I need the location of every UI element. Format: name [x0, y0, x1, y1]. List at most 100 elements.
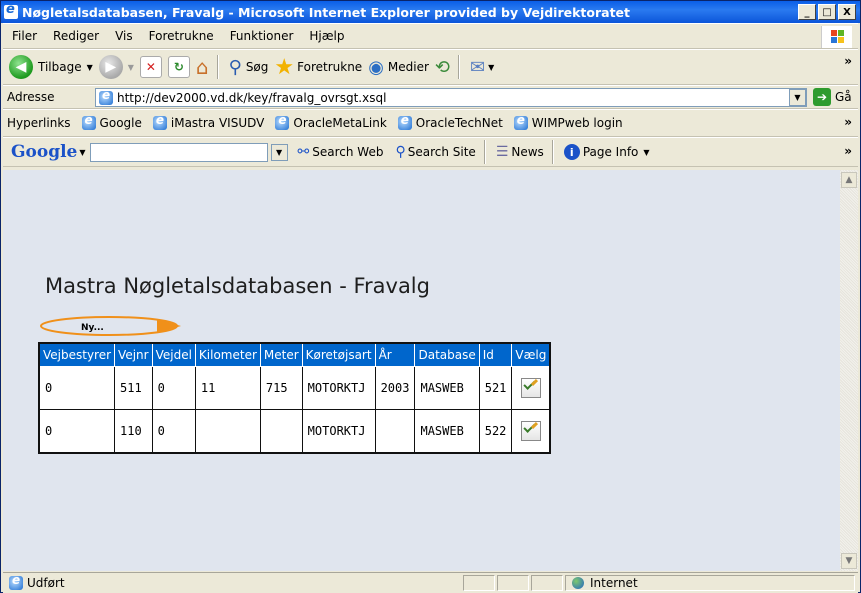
standard-toolbar: ◀ Tilbage ▼ ▶ ▼ ✕ ↻ ⌂ ⚲ Søg ★ Foretrukne… — [3, 49, 858, 85]
news-button[interactable]: ☰ News — [496, 144, 544, 160]
col-meter: Meter — [259, 342, 303, 367]
history-button[interactable]: ⟲ — [435, 57, 450, 78]
status-text: Udført — [27, 576, 65, 590]
col-koeretoejsart: Køretøjsart — [301, 342, 376, 367]
cell: 511 — [114, 366, 153, 410]
close-button[interactable]: X — [838, 4, 856, 20]
google-search-input[interactable] — [89, 142, 268, 162]
cell — [194, 409, 261, 454]
cell: MOTORKTJ — [301, 409, 376, 454]
minimize-button[interactable]: _ — [798, 4, 816, 20]
page-info-button[interactable]: i Page Info ▼ — [563, 144, 650, 160]
chevron-down-icon[interactable]: ▼ — [128, 63, 134, 72]
address-input[interactable]: http://dev2000.vd.dk/key/fravalg_ovrsgt.… — [95, 88, 807, 107]
link-page-icon — [81, 113, 96, 130]
page-info-label: Page Info — [582, 145, 639, 159]
favorites-label: Foretrukne — [297, 60, 363, 74]
vertical-scrollbar[interactable]: ▲ ▼ — [840, 170, 858, 571]
toolbar-overflow-icon[interactable]: » — [844, 54, 852, 68]
home-button[interactable]: ⌂ — [196, 55, 209, 79]
link-oraclemetalink[interactable]: OracleMetaLink — [272, 113, 387, 130]
links-overflow-icon[interactable]: » — [844, 115, 852, 129]
cell: 715 — [259, 366, 303, 410]
media-button[interactable]: ◉ Medier — [368, 57, 429, 78]
col-vejnr: Vejnr — [114, 342, 153, 367]
search-site-button[interactable]: ⚲ Search Site — [395, 144, 475, 160]
link-page-icon — [275, 113, 290, 130]
search-web-button[interactable]: ⚯ Search Web — [298, 144, 384, 160]
link-page-icon — [152, 113, 167, 130]
menu-filer[interactable]: Filer — [12, 29, 37, 43]
scroll-down-icon[interactable]: ▼ — [841, 553, 857, 569]
mail-icon: ✉ — [470, 56, 486, 78]
menu-rediger[interactable]: Rediger — [53, 29, 99, 43]
link-label: WIMPweb login — [531, 116, 623, 130]
status-page-icon — [9, 573, 23, 590]
menu-funktioner[interactable]: Funktioner — [230, 29, 294, 43]
refresh-button[interactable]: ↻ — [167, 56, 190, 78]
link-google[interactable]: Google — [79, 113, 142, 130]
favorites-button[interactable]: ★ Foretrukne — [274, 55, 362, 80]
zone-label: Internet — [590, 576, 638, 590]
search-site-label: Search Site — [407, 145, 476, 159]
new-button[interactable]: Ny... — [39, 313, 185, 339]
select-edit-icon[interactable] — [520, 378, 541, 398]
menu-vis[interactable]: Vis — [115, 29, 133, 43]
page-title: Mastra Nøgletalsdatabasen - Fravalg — [45, 274, 430, 298]
results-table: Vejbestyrer Vejnr Vejdel Kilometer Meter… — [38, 342, 552, 454]
link-oracletechnet[interactable]: OracleTechNet — [395, 113, 503, 130]
cell: 521 — [478, 366, 513, 410]
link-label: OracleMetaLink — [293, 116, 387, 130]
cell — [511, 366, 551, 410]
scroll-up-icon[interactable]: ▲ — [841, 172, 857, 188]
cell: 0 — [151, 366, 196, 410]
menu-bar: Filer Rediger Vis Foretrukne Funktioner … — [3, 23, 858, 49]
ie-app-icon[interactable] — [4, 2, 18, 19]
cell: 2003 — [374, 366, 416, 410]
cell — [511, 409, 551, 454]
back-label: Tilbage — [38, 60, 82, 74]
col-kilometer: Kilometer — [194, 342, 261, 367]
stop-button[interactable]: ✕ — [139, 56, 162, 78]
link-label: OracleTechNet — [415, 116, 503, 130]
chevron-down-icon[interactable]: ▼ — [87, 63, 93, 72]
col-vaelg: Vælg — [511, 342, 551, 367]
go-button[interactable]: ➔ Gå — [813, 88, 852, 106]
link-page-icon — [397, 113, 412, 130]
title-bar: Nøgletalsdatabasen, Fravalg - Microsoft … — [1, 1, 860, 23]
search-button[interactable]: ⚲ Søg — [229, 57, 269, 78]
link-wimpweb[interactable]: WIMPweb login — [511, 113, 623, 130]
table-row: 0 110 0 MOTORKTJ MASWEB 522 — [38, 409, 551, 454]
link-imastra[interactable]: iMastra VISUDV — [150, 113, 264, 130]
go-label: Gå — [835, 90, 852, 104]
page-content: Mastra Nøgletalsdatabasen - Fravalg Ny..… — [3, 170, 840, 571]
home-icon: ⌂ — [195, 55, 209, 79]
chevron-down-icon[interactable]: ▼ — [79, 148, 85, 157]
news-icon: ☰ — [495, 144, 509, 160]
back-arrow-icon: ◀ — [9, 55, 33, 79]
chevron-down-icon[interactable]: ▼ — [488, 63, 494, 72]
back-button[interactable]: ◀ Tilbage ▼ — [9, 55, 93, 79]
google-overflow-icon[interactable]: » — [844, 144, 852, 158]
chevron-down-icon[interactable]: ▼ — [643, 148, 649, 157]
forward-button[interactable]: ▶ ▼ — [98, 55, 134, 79]
maximize-button[interactable]: □ — [818, 4, 836, 20]
google-logo[interactable]: Google — [11, 142, 77, 162]
links-label: Hyperlinks — [7, 116, 71, 130]
mail-button[interactable]: ✉ ▼ — [470, 57, 494, 78]
menu-hjaelp[interactable]: Hjælp — [309, 29, 344, 43]
cell: 522 — [478, 409, 513, 454]
media-globe-icon: ◉ — [368, 56, 384, 78]
select-edit-icon[interactable] — [520, 421, 541, 441]
page-icon — [99, 88, 113, 105]
cell — [374, 409, 416, 454]
cell: 0 — [151, 409, 196, 454]
menu-foretrukne[interactable]: Foretrukne — [149, 29, 214, 43]
table-row: 0 511 0 11 715 MOTORKTJ 2003 MASWEB 521 — [38, 366, 551, 410]
media-label: Medier — [387, 60, 429, 74]
google-search-dropdown-icon[interactable]: ▼ — [270, 143, 288, 161]
table-header-row: Vejbestyrer Vejnr Vejdel Kilometer Meter… — [38, 342, 551, 367]
toolbar-separator — [551, 140, 554, 164]
globe-icon — [572, 577, 584, 589]
address-dropdown-icon[interactable]: ▼ — [789, 89, 806, 106]
